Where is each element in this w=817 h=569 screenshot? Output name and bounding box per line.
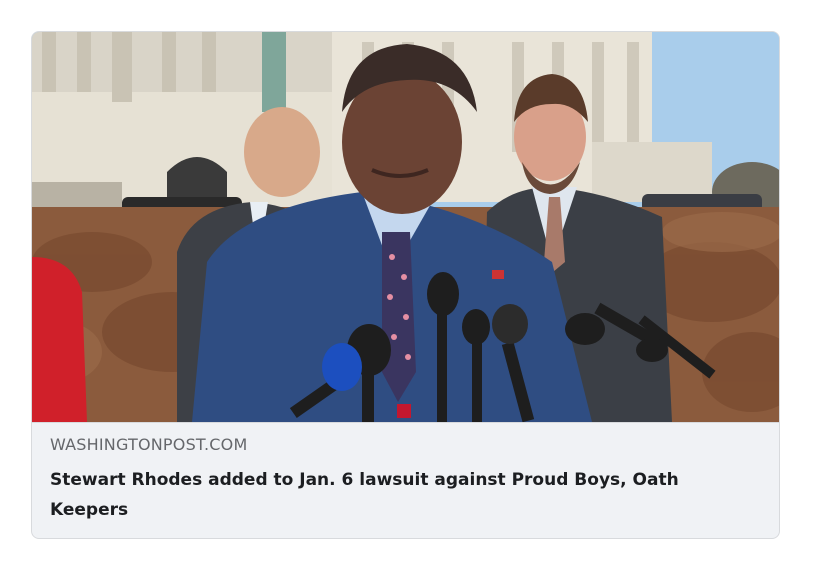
link-preview-card[interactable]: WASHINGTONPOST.COM Stewart Rhodes added … [31, 31, 780, 539]
link-domain: WASHINGTONPOST.COM [50, 435, 248, 454]
press-conference-photo [32, 32, 779, 422]
article-thumbnail[interactable] [32, 32, 779, 422]
link-headline[interactable]: Stewart Rhodes added to Jan. 6 lawsuit a… [50, 465, 740, 525]
link-meta: WASHINGTONPOST.COM Stewart Rhodes added … [32, 422, 779, 537]
